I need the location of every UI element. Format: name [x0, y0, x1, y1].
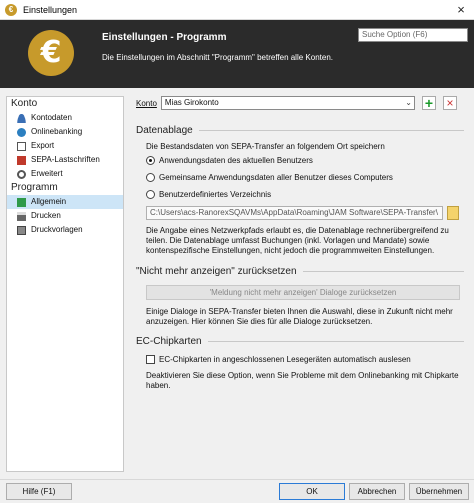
section-ec-chipkarten: EC-Chipkarten: [136, 336, 464, 347]
radio-label: Anwendungsdaten des aktuellen Benutzers: [159, 156, 313, 165]
printer-icon: [17, 211, 26, 221]
sidebar-item-label: Export: [31, 141, 55, 150]
radio-unselected-icon: [146, 173, 155, 182]
sidebar-item-label: Drucken: [31, 211, 61, 220]
folder-icon[interactable]: [447, 206, 459, 220]
custom-path-input[interactable]: C:\Users\acs-RanorexSQAVMs\AppData\Roami…: [146, 206, 443, 220]
nicht-mehr-note: Einige Dialoge in SEPA-Transfer bieten I…: [146, 307, 453, 326]
window-title: Einstellungen: [23, 4, 78, 15]
settings-content: Konto Mias Girokonto ⌄ + × Datenablage D…: [130, 96, 468, 472]
document-icon: [17, 141, 26, 151]
radio-selected-icon: [146, 156, 155, 165]
magnifier-icon: [17, 169, 26, 179]
sidebar-item-label: Erweitert: [31, 169, 63, 178]
konto-select-value: Mias Girokonto: [164, 98, 219, 107]
add-konto-button[interactable]: +: [422, 96, 436, 110]
header-banner: € Einstellungen - Programm Die Einstellu…: [0, 20, 474, 88]
datenablage-note: Die Angabe eines Netzwerkpfads erlaubt e…: [146, 226, 449, 255]
apply-button[interactable]: Übernehmen: [409, 483, 469, 500]
sidebar-item-label: SEPA-Lastschriften: [31, 155, 100, 164]
konto-label: Konto: [136, 98, 157, 108]
sidebar-item-druckvorlagen[interactable]: Druckvorlagen: [7, 223, 123, 237]
section-heading: "Nicht mehr anzeigen" zurücksetzen: [136, 266, 297, 277]
close-icon[interactable]: ×: [454, 3, 468, 17]
reset-dialogs-button[interactable]: 'Meldung nicht mehr anzeigen' Dialoge zu…: [146, 285, 460, 300]
radio-gemeinsame-anwendungsdaten[interactable]: Gemeinsame Anwendungsdaten aller Benutze…: [146, 173, 393, 182]
radio-benutzerdefiniert[interactable]: Benutzerdefiniertes Verzeichnis: [146, 190, 271, 199]
ok-button[interactable]: OK: [279, 483, 345, 500]
radio-unselected-icon: [146, 190, 155, 199]
sidebar-item-label: Onlinebanking: [31, 127, 83, 136]
sidebar-item-sepa-lastschriften[interactable]: SEPA-Lastschriften: [7, 153, 123, 167]
section-nicht-mehr-anzeigen: "Nicht mehr anzeigen" zurücksetzen: [136, 266, 464, 277]
divider: [198, 130, 464, 131]
sidebar-group-programm: Programm: [11, 182, 58, 193]
euro-coin-icon: €: [28, 30, 74, 76]
help-button[interactable]: Hilfe (F1): [6, 483, 72, 500]
title-bar: € Einstellungen ×: [0, 0, 474, 20]
chipkarten-note: Deaktivieren Sie diese Option, wenn Sie …: [146, 371, 459, 390]
section-datenablage: Datenablage: [136, 125, 464, 136]
konto-select[interactable]: Mias Girokonto ⌄: [160, 96, 415, 110]
sepa-icon: [17, 155, 26, 165]
sidebar-item-onlinebanking[interactable]: Onlinebanking: [7, 125, 123, 139]
chevron-down-icon: ⌄: [405, 98, 412, 107]
sidebar-item-erweitert[interactable]: Erweitert: [7, 167, 123, 181]
divider: [302, 271, 464, 272]
globe-icon: [17, 127, 26, 137]
sidebar-item-drucken[interactable]: Drucken: [7, 209, 123, 223]
sidebar-item-allgemein[interactable]: Allgemein: [7, 195, 123, 209]
sidebar: Konto Kontodaten Onlinebanking Export SE…: [6, 96, 124, 472]
divider: [207, 341, 464, 342]
konto-row: Konto Mias Girokonto ⌄: [136, 96, 415, 110]
check-icon: [17, 197, 26, 207]
user-icon: [17, 113, 26, 123]
page-title: Einstellungen - Programm: [102, 32, 227, 43]
search-input[interactable]: Suche Option (F6): [358, 28, 468, 42]
radio-label: Benutzerdefiniertes Verzeichnis: [159, 190, 272, 199]
sidebar-item-label: Allgemein: [31, 197, 67, 206]
chipkarten-checkbox[interactable]: EC-Chipkarten in angeschlossenen Leseger…: [146, 355, 411, 364]
section-heading: Datenablage: [136, 125, 193, 136]
radio-anwendungsdaten-benutzer[interactable]: Anwendungsdaten des aktuellen Benutzers: [146, 156, 313, 165]
delete-konto-button[interactable]: ×: [443, 96, 457, 110]
sidebar-item-kontodaten[interactable]: Kontodaten: [7, 111, 123, 125]
radio-label: Gemeinsame Anwendungsdaten aller Benutze…: [159, 173, 393, 182]
template-icon: [17, 225, 26, 235]
sidebar-item-label: Kontodaten: [31, 113, 72, 122]
footer-bar: Hilfe (F1) OK Abbrechen Übernehmen: [0, 479, 474, 503]
sidebar-item-label: Druckvorlagen: [31, 225, 83, 234]
checkbox-label: EC-Chipkarten in angeschlossenen Leseger…: [159, 355, 411, 364]
datenablage-intro: Die Bestandsdaten von SEPA-Transfer an f…: [146, 142, 385, 151]
cancel-button[interactable]: Abbrechen: [349, 483, 405, 500]
sidebar-group-konto: Konto: [11, 98, 38, 109]
section-heading: EC-Chipkarten: [136, 336, 202, 347]
checkbox-icon: [146, 355, 155, 364]
app-euro-icon: €: [5, 3, 17, 16]
sidebar-item-export[interactable]: Export: [7, 139, 123, 153]
page-subtitle: Die Einstellungen im Abschnitt "Programm…: [102, 53, 333, 62]
